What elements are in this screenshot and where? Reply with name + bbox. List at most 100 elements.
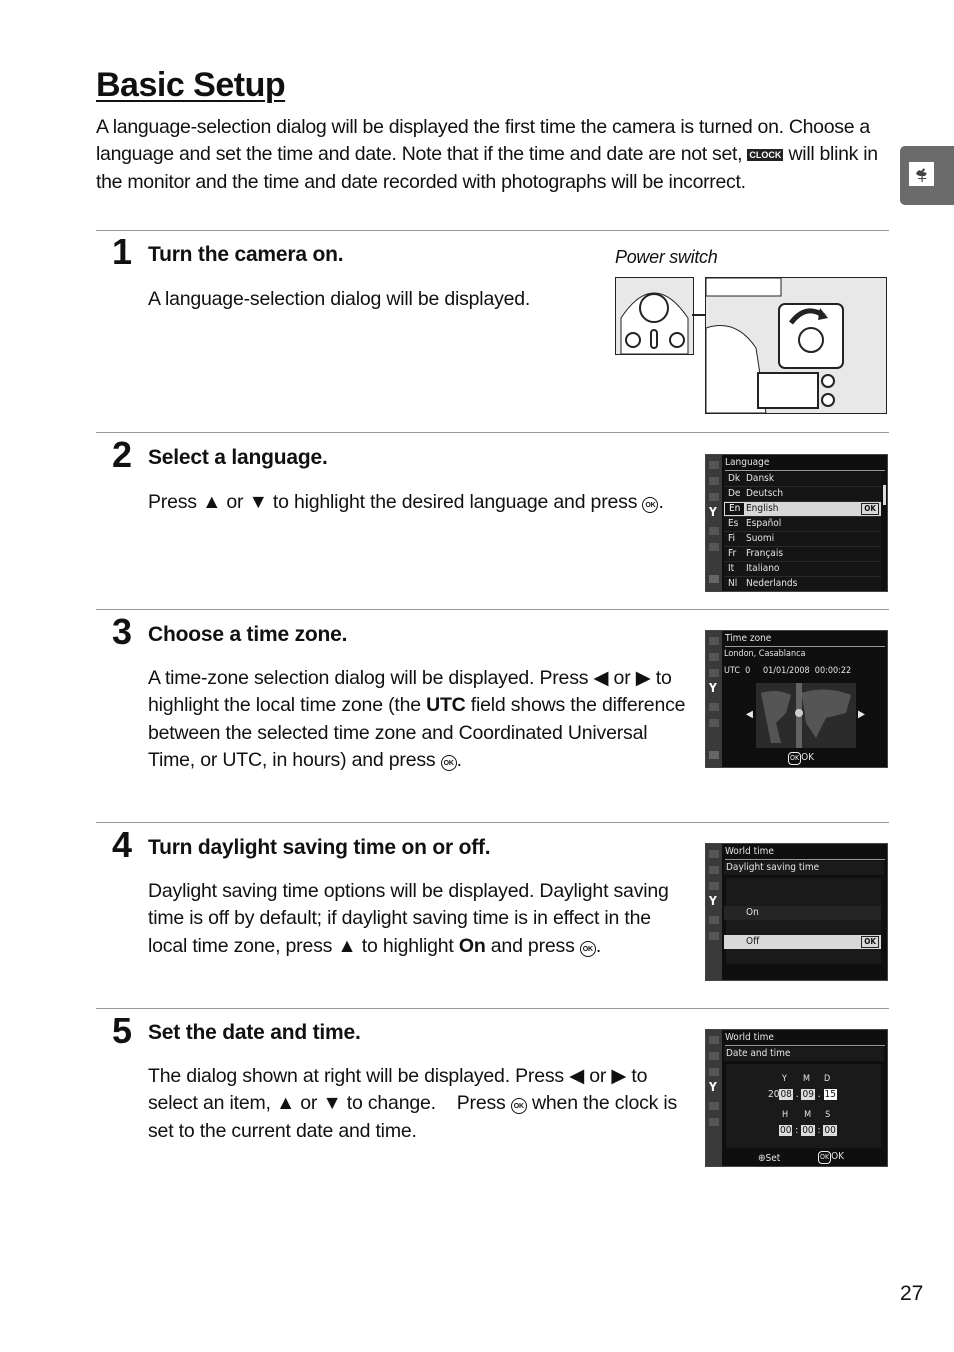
language-screen: Y Language Dk Dansk De Deutsch En English OK…	[705, 454, 888, 592]
step-5-title: Set the date and time.	[148, 1021, 361, 1044]
down-arrow-icon: ▼	[322, 1092, 342, 1115]
utc-offset: UTC 0	[724, 666, 751, 676]
date-fields: 2008 . 09 . 15	[768, 1089, 837, 1100]
text: .	[456, 748, 462, 771]
text: .	[595, 934, 602, 957]
up-arrow-icon: ▲	[337, 934, 357, 957]
divider	[96, 822, 889, 823]
clock-icon: CLOCK	[747, 149, 784, 162]
text: or	[226, 491, 244, 513]
screen-subheader: Daylight saving time	[724, 861, 884, 875]
dst-option-on[interactable]: On	[724, 906, 881, 920]
intro-paragraph: A language-selection dialog will be disp…	[96, 114, 891, 196]
text: to highlight the desired language and pr…	[272, 491, 638, 513]
language-item[interactable]: Nl Nederlands	[724, 577, 881, 591]
year-prefix: 20	[768, 1089, 780, 1100]
screen-header: World time	[725, 1032, 885, 1046]
divider	[96, 609, 889, 610]
screen-header: Language	[725, 457, 885, 471]
screen-subheader: Date and time	[724, 1047, 884, 1061]
day-field[interactable]: 15	[823, 1089, 837, 1100]
up-arrow-icon: ▲	[202, 491, 222, 513]
up-arrow-icon: ▲	[275, 1092, 296, 1115]
left-arrow-icon[interactable]: ◀	[746, 709, 753, 720]
section-tab[interactable]	[900, 146, 954, 205]
text: .	[658, 491, 664, 513]
step-1-body: A language-selection dialog will be disp…	[148, 288, 531, 310]
dst-screen: Y World time Daylight saving time On Off…	[705, 843, 888, 981]
ok-footer[interactable]: OK OK	[788, 752, 814, 765]
current-datetime: 01/01/2008 00:00:22	[763, 666, 852, 676]
language-item-selected[interactable]: En English OK	[724, 502, 881, 517]
step-4-number: 4	[112, 824, 133, 865]
language-item[interactable]: Fr Français	[724, 547, 881, 562]
text: or	[613, 667, 631, 689]
step-4-title: Turn daylight saving time on or off.	[148, 836, 491, 859]
left-arrow-icon: ◀	[569, 1065, 584, 1087]
step-1-number: 1	[112, 231, 133, 272]
world-map[interactable]	[756, 683, 856, 748]
datetime-screen: Y World time Date and time YMD 2008 . 09…	[705, 1029, 888, 1167]
dst-option-off[interactable]: Off OK	[724, 935, 881, 949]
ok-badge: OK	[861, 503, 879, 515]
wrench-icon: Y	[709, 894, 717, 908]
menu-rail: Y	[706, 844, 722, 980]
timezone-screen: Y Time zone London, Casablanca UTC 0 01/…	[705, 630, 888, 768]
ok-button-icon: OK	[510, 1098, 527, 1115]
ok-button-icon: OK	[642, 497, 659, 513]
multi-selector-icon: ⊕	[758, 1153, 766, 1164]
step-1-title: Turn the camera on.	[148, 243, 344, 266]
right-arrow-icon: ▶	[611, 1065, 627, 1087]
month-field[interactable]: 09	[801, 1089, 815, 1100]
text: to highlight	[361, 934, 454, 957]
time-fields: 00 : 00 : 00	[779, 1125, 837, 1136]
step-3-number: 3	[112, 611, 133, 652]
step-5-number: 5	[112, 1010, 133, 1051]
text: Press	[148, 491, 197, 513]
ok-badge: OK	[861, 936, 879, 948]
text: The dialog shown at right will be displa…	[148, 1065, 564, 1087]
divider	[96, 1008, 889, 1009]
power-switch-caption: Power switch	[615, 247, 718, 267]
camera-top-image	[705, 277, 887, 414]
second-field[interactable]: 00	[823, 1125, 837, 1136]
language-item[interactable]: It Italiano	[724, 562, 881, 577]
ok-button-icon: OK	[579, 940, 596, 957]
set-footer[interactable]: ⊕Set	[758, 1153, 780, 1164]
minute-field[interactable]: 00	[801, 1125, 815, 1136]
text: A time-zone selection dialog will be dis…	[148, 667, 589, 689]
divider	[96, 432, 889, 433]
wrench-icon: Y	[709, 681, 717, 695]
year-field[interactable]: 08	[779, 1089, 793, 1100]
on-label: On	[458, 934, 486, 957]
language-item[interactable]: Es Español	[724, 517, 881, 532]
language-item[interactable]: Dk Dansk	[724, 472, 881, 487]
step-3-title: Choose a time zone.	[148, 623, 348, 646]
text: or	[300, 1092, 318, 1115]
step-2-number: 2	[112, 434, 133, 475]
step-2-title: Select a language.	[148, 446, 328, 469]
menu-rail: Y	[706, 631, 722, 767]
menu-rail: Y	[706, 1030, 722, 1166]
language-item[interactable]: Fi Suomi	[724, 532, 881, 547]
ok-footer[interactable]: OK OK	[818, 1151, 844, 1164]
down-arrow-icon: ▼	[248, 491, 268, 513]
screen-header: Time zone	[725, 633, 885, 647]
right-arrow-icon: ▶	[635, 667, 651, 689]
date-labels: YMD	[782, 1074, 831, 1084]
step-3-body: A time-zone selection dialog will be dis…	[148, 665, 688, 774]
wrench-icon: Y	[709, 1080, 717, 1094]
language-item[interactable]: De Deutsch	[724, 487, 881, 502]
weathervane-icon	[909, 162, 934, 186]
text: or	[589, 1065, 607, 1087]
left-arrow-icon: ◀	[593, 667, 609, 689]
hour-field[interactable]: 00	[779, 1125, 793, 1136]
scrollbar[interactable]	[883, 485, 886, 505]
menu-rail: Y	[706, 455, 722, 591]
ok-button-icon: OK	[440, 754, 457, 771]
city-label: London, Casablanca	[724, 649, 806, 659]
step-2-body: Press ▲ or ▼ to highlight the desired la…	[148, 489, 688, 516]
divider	[96, 230, 889, 231]
wrench-icon: Y	[709, 505, 717, 519]
right-arrow-icon[interactable]: ▶	[858, 709, 865, 720]
